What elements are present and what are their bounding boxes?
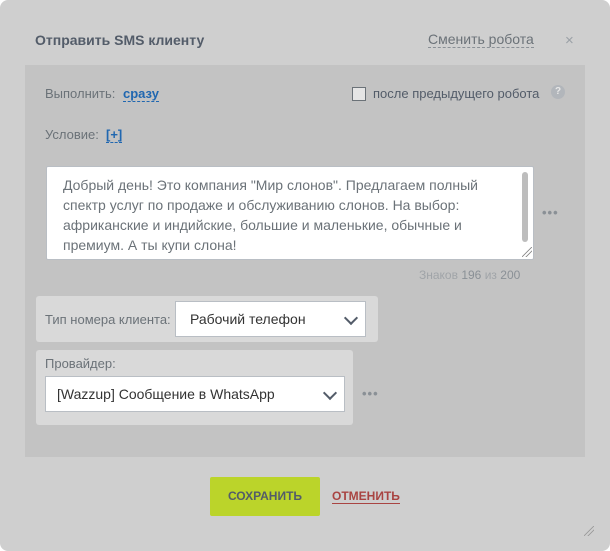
after-previous-label[interactable]: после предыдущего робота	[373, 86, 539, 101]
phone-type-label: Тип номера клиента:	[45, 312, 171, 327]
char-counter-value: 196	[461, 268, 482, 282]
dialog-title: Отправить SMS клиенту	[35, 32, 205, 48]
char-counter-of: из	[484, 268, 497, 282]
after-previous-checkbox[interactable]	[352, 87, 366, 101]
add-condition-link[interactable]: [+]	[106, 127, 123, 143]
change-robot-link[interactable]: Сменить робота	[428, 31, 534, 48]
condition-label: Условие:	[45, 127, 99, 142]
phone-type-select[interactable]: Рабочий телефон	[175, 301, 366, 337]
provider-select[interactable]: [Wazzup] Сообщение в WhatsApp	[45, 376, 345, 412]
execute-timing-link[interactable]: сразу	[123, 86, 159, 102]
execute-label: Выполнить:	[45, 86, 116, 101]
message-textarea[interactable]: Добрый день! Это компания "Мир слонов". …	[46, 166, 534, 260]
provider-value: [Wazzup] Сообщение в WhatsApp	[57, 386, 275, 402]
save-button[interactable]: СОХРАНИТЬ	[210, 477, 320, 516]
cancel-button[interactable]: ОТМЕНИТЬ	[332, 489, 400, 504]
robot-settings-dialog: Отправить SMS клиенту Сменить робота × В…	[0, 0, 610, 551]
char-counter-label: Знаков	[419, 268, 458, 282]
help-icon[interactable]: ?	[551, 85, 565, 99]
dialog-resize-handle[interactable]	[584, 526, 594, 536]
close-icon[interactable]: ×	[565, 32, 574, 49]
provider-more-icon[interactable]: •••	[362, 386, 379, 401]
char-counter-max: 200	[500, 268, 521, 282]
message-more-icon[interactable]: •••	[542, 205, 559, 220]
provider-label: Провайдер:	[45, 356, 116, 371]
phone-type-value: Рабочий телефон	[190, 311, 306, 327]
textarea-resize-handle[interactable]	[522, 247, 532, 257]
chevron-down-icon	[343, 310, 359, 326]
char-counter: Знаков 196 из 200	[419, 268, 520, 282]
chevron-down-icon	[322, 385, 338, 401]
textarea-scrollbar[interactable]	[522, 172, 528, 242]
